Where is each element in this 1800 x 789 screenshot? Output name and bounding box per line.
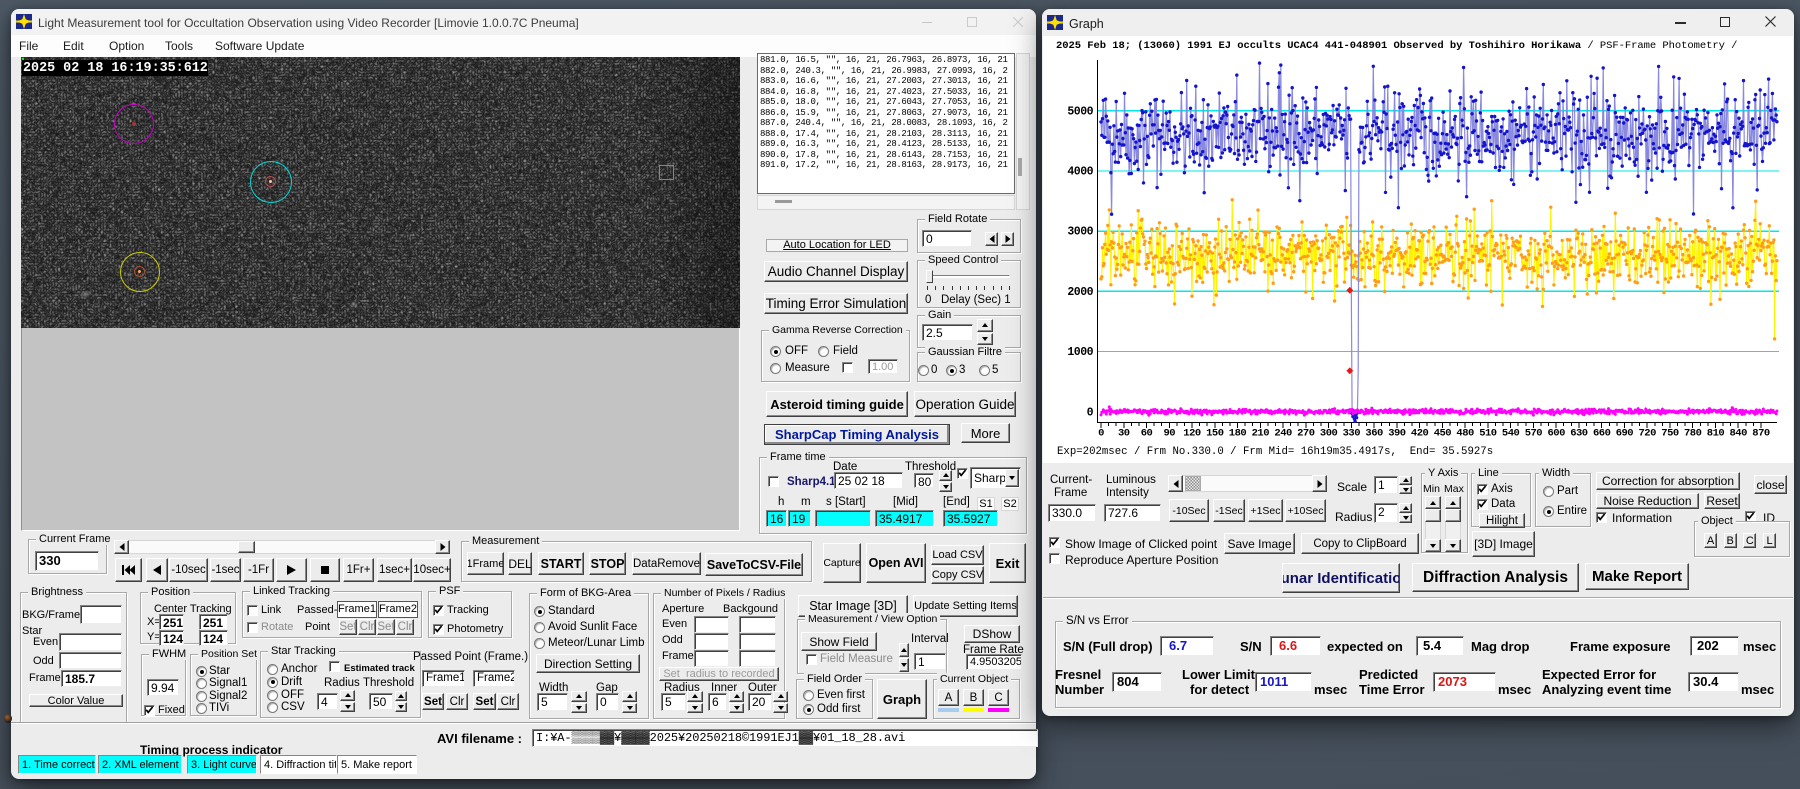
svg-text:390: 390 — [1388, 428, 1406, 440]
svg-text:0: 0 — [1098, 428, 1104, 440]
svg-text:300: 300 — [1320, 428, 1338, 440]
svg-text:30: 30 — [1118, 428, 1130, 440]
svg-text:810: 810 — [1707, 428, 1725, 440]
svg-text:690: 690 — [1616, 428, 1634, 440]
svg-text:870: 870 — [1752, 428, 1770, 440]
svg-text:5000: 5000 — [1067, 105, 1093, 118]
svg-text:420: 420 — [1411, 428, 1429, 440]
svg-text:600: 600 — [1547, 428, 1565, 440]
svg-text:0: 0 — [1087, 406, 1094, 419]
svg-text:3000: 3000 — [1067, 226, 1093, 239]
svg-text:60: 60 — [1141, 428, 1153, 440]
svg-text:150: 150 — [1206, 428, 1224, 440]
svg-text:450: 450 — [1434, 428, 1452, 440]
svg-text:750: 750 — [1661, 428, 1679, 440]
svg-text:180: 180 — [1229, 428, 1247, 440]
svg-text:270: 270 — [1297, 428, 1315, 440]
svg-text:90: 90 — [1163, 428, 1175, 440]
svg-text:1000: 1000 — [1067, 346, 1093, 359]
svg-text:780: 780 — [1684, 428, 1702, 440]
svg-text:540: 540 — [1502, 428, 1520, 440]
svg-text:660: 660 — [1593, 428, 1611, 440]
svg-text:210: 210 — [1252, 428, 1270, 440]
svg-text:570: 570 — [1525, 428, 1543, 440]
svg-text:240: 240 — [1274, 428, 1292, 440]
svg-text:330: 330 — [1343, 428, 1361, 440]
svg-text:360: 360 — [1365, 428, 1383, 440]
svg-text:630: 630 — [1570, 428, 1588, 440]
svg-text:4000: 4000 — [1067, 166, 1093, 179]
svg-text:720: 720 — [1638, 428, 1656, 440]
svg-text:480: 480 — [1456, 428, 1474, 440]
svg-text:840: 840 — [1729, 428, 1747, 440]
svg-text:510: 510 — [1479, 428, 1497, 440]
svg-text:2000: 2000 — [1067, 286, 1093, 299]
svg-text:120: 120 — [1183, 428, 1201, 440]
